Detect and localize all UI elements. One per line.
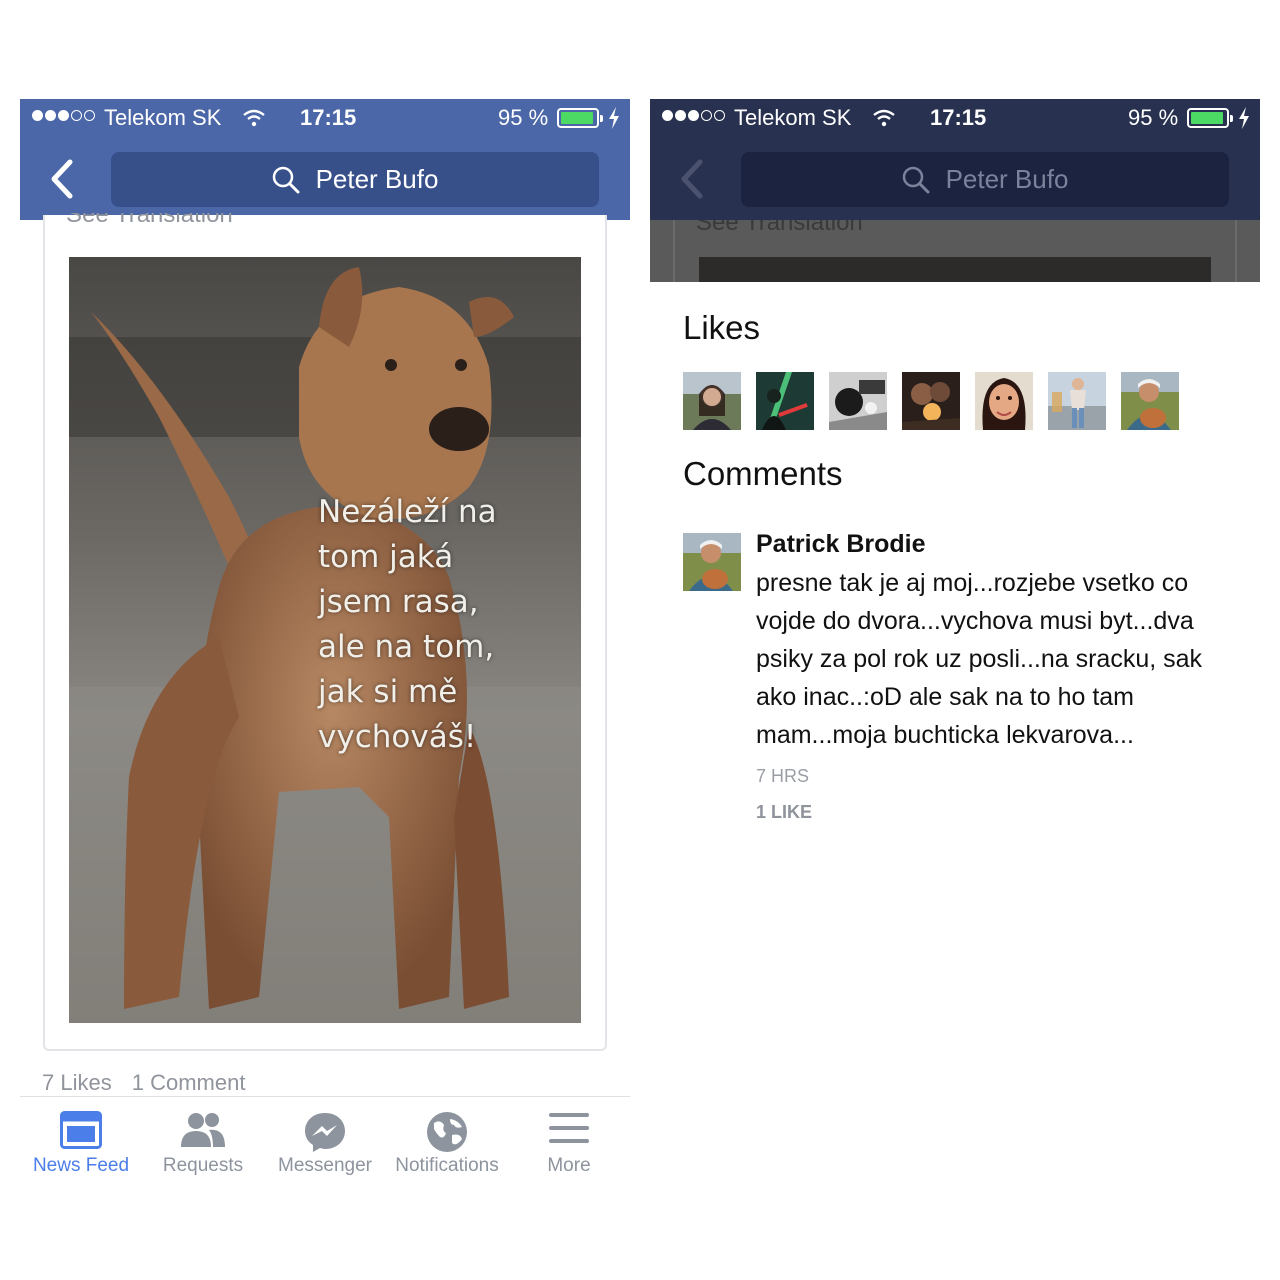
tab-bar: News Feed Requests Messenger Notificatio… — [20, 1096, 630, 1199]
wifi-icon — [243, 109, 265, 127]
avatar[interactable] — [902, 372, 960, 430]
likes-count-link[interactable]: 7 Likes — [42, 1070, 112, 1096]
search-field[interactable]: Peter Bufo — [741, 152, 1229, 207]
post-screen: Telekom SK 17:15 95 % Peter Bufo See Tra… — [20, 99, 630, 1199]
back-chevron-icon[interactable] — [48, 159, 76, 199]
tab-label: Requests — [162, 1155, 244, 1176]
carrier-name: Telekom SK — [734, 105, 852, 130]
tab-label: Notifications — [395, 1155, 499, 1176]
news-feed-icon — [60, 1111, 102, 1149]
avatar[interactable] — [683, 533, 741, 591]
back-chevron-icon[interactable] — [678, 159, 706, 199]
tab-messenger[interactable]: Messenger — [264, 1097, 386, 1197]
avatar[interactable] — [1048, 372, 1106, 430]
messenger-icon — [305, 1113, 345, 1152]
search-query-text: Peter Bufo — [945, 164, 1069, 194]
status-bar: Telekom SK 17:15 95 % — [20, 99, 630, 139]
friend-requests-icon — [181, 1113, 225, 1147]
tab-more[interactable]: More — [508, 1097, 630, 1197]
likes-comments-screen: Telekom SK 17:15 95 % Peter Bufo See Tra… — [650, 99, 1260, 1199]
search-field[interactable]: Peter Bufo — [111, 152, 599, 207]
search-query-text: Peter Bufo — [315, 164, 439, 194]
likes-comments-sheet: Likes Comments Patrick Brodie presne tak… — [650, 282, 1260, 1199]
dimmed-post-background: See Translation — [650, 220, 1260, 282]
avatar[interactable] — [756, 372, 814, 430]
battery-icon — [557, 108, 603, 128]
comment-author-link[interactable]: Patrick Brodie — [756, 530, 926, 559]
signal-strength-icon — [32, 110, 95, 121]
tab-label: News Feed — [32, 1155, 130, 1176]
charging-bolt-icon — [1239, 107, 1249, 129]
search-icon — [902, 166, 930, 193]
reaction-counts: 7 Likes 1 Comment — [42, 1070, 245, 1096]
avatar[interactable] — [683, 372, 741, 430]
hamburger-menu-icon — [549, 1113, 589, 1143]
tab-label: Messenger — [278, 1155, 372, 1176]
see-translation-link: See Translation — [696, 220, 863, 236]
tab-news-feed[interactable]: News Feed — [20, 1097, 142, 1197]
likes-heading: Likes — [683, 309, 761, 346]
status-time: 17:15 — [300, 105, 357, 130]
avatar[interactable] — [829, 372, 887, 430]
wifi-icon — [873, 109, 895, 127]
battery-percentage: 95 % — [1128, 105, 1179, 130]
tab-notifications[interactable]: Notifications — [386, 1097, 508, 1197]
avatar[interactable] — [975, 372, 1033, 430]
search-icon — [272, 166, 300, 193]
comment-timestamp: 7 HRS — [756, 766, 810, 786]
globe-icon — [427, 1112, 467, 1152]
navigation-bar: Telekom SK 17:15 95 % Peter Bufo — [20, 99, 630, 220]
charging-bolt-icon — [609, 107, 619, 129]
post-photo[interactable]: Nezáleží na tom jaká jsem rasa, ale na t… — [69, 257, 581, 1023]
comments-count-link[interactable]: 1 Comment — [132, 1070, 246, 1096]
photo-caption-text: Nezáleží na tom jaká jsem rasa, ale na t… — [318, 494, 497, 755]
comment-like-count[interactable]: 1 LIKE — [756, 802, 812, 823]
tab-label: More — [547, 1155, 591, 1176]
status-time: 17:15 — [930, 105, 987, 130]
comments-heading: Comments — [683, 455, 843, 492]
carrier-name: Telekom SK — [104, 105, 222, 130]
status-bar: Telekom SK 17:15 95 % — [650, 99, 1260, 139]
signal-strength-icon — [662, 110, 725, 121]
battery-icon — [1187, 108, 1233, 128]
liker-avatars — [683, 372, 1179, 430]
battery-percentage: 95 % — [498, 105, 549, 130]
tab-requests[interactable]: Requests — [142, 1097, 264, 1197]
comment-text: presne tak je aj moj...rozjebe vsetko co… — [756, 569, 1203, 749]
avatar[interactable] — [1121, 372, 1179, 430]
navigation-bar: Telekom SK 17:15 95 % Peter Bufo — [650, 99, 1260, 220]
